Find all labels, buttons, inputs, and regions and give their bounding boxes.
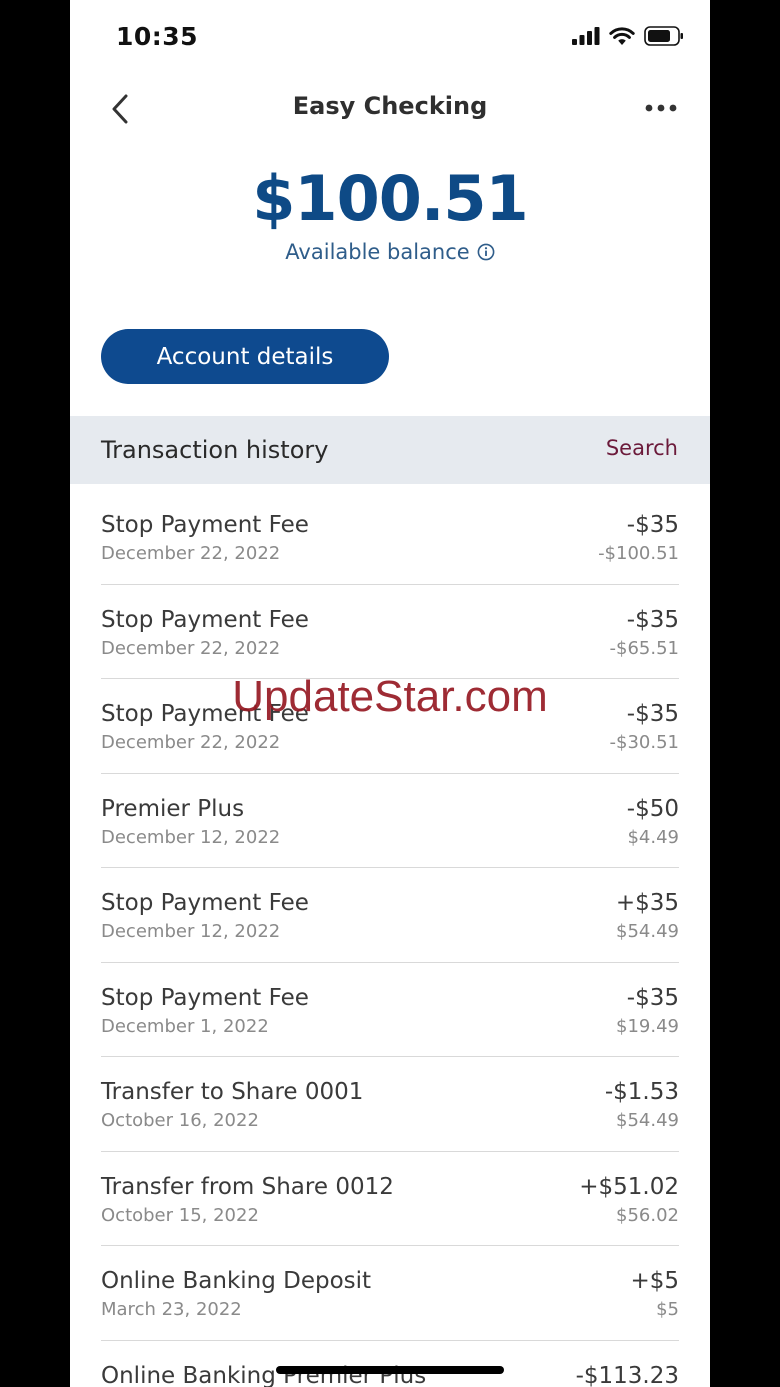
- transaction-description: Online Banking Deposit: [101, 1268, 372, 1294]
- transaction-date: December 22, 2022: [101, 732, 281, 753]
- transaction-row[interactable]: Transfer to Share 0001 October 16, 2022 …: [101, 1057, 679, 1152]
- transaction-date: December 22, 2022: [101, 637, 281, 659]
- transaction-amount: -$1.53: [604, 1079, 679, 1105]
- transaction-running-balance: -$65.51: [609, 637, 679, 659]
- home-indicator[interactable]: [276, 1366, 504, 1374]
- transaction-description: Stop Payment Fee: [101, 512, 309, 538]
- transaction-row[interactable]: Online Banking Premier Plus -$113.23: [101, 1341, 679, 1387]
- transaction-description: Transfer from Share 0012: [101, 1173, 394, 1200]
- transaction-amount: +$35: [615, 890, 679, 916]
- search-link[interactable]: Search: [606, 436, 678, 460]
- account-details-button[interactable]: Account details: [101, 329, 389, 384]
- transaction-description: Transfer to Share 0001: [101, 1079, 364, 1105]
- transaction-date: December 22, 2022: [101, 543, 281, 564]
- transaction-running-balance: $56.02: [616, 1204, 679, 1226]
- transaction-amount: -$113.23: [575, 1362, 679, 1387]
- balance-amount: $100.51: [252, 162, 528, 235]
- transaction-history-title: Transaction history: [101, 436, 329, 464]
- transaction-description: Stop Payment Fee: [101, 701, 309, 727]
- transaction-amount: +$5: [630, 1268, 679, 1294]
- transaction-row[interactable]: Stop Payment Fee December 1, 2022 -$35 $…: [101, 963, 679, 1057]
- balance-label: Available balance: [285, 240, 470, 264]
- transaction-row[interactable]: Premier Plus December 12, 2022 -$50 $4.4…: [101, 774, 679, 868]
- transaction-date: December 12, 2022: [101, 921, 281, 942]
- transaction-row[interactable]: Stop Payment Fee December 22, 2022 -$35 …: [101, 585, 679, 679]
- transaction-amount: -$35: [626, 701, 679, 727]
- transaction-amount: -$50: [626, 795, 679, 822]
- transaction-history-header: Transaction history Search: [70, 416, 710, 484]
- status-bar: 10:35: [70, 0, 710, 78]
- transaction-row[interactable]: Stop Payment Fee December 12, 2022 +$35 …: [101, 868, 679, 963]
- signal-icon: [572, 27, 600, 45]
- transaction-amount: -$35: [626, 512, 679, 538]
- status-icons: [572, 26, 684, 46]
- balance-label-row: Available balance: [70, 240, 710, 264]
- page-title: Easy Checking: [292, 92, 488, 120]
- transaction-description: Stop Payment Fee: [101, 890, 309, 916]
- transaction-running-balance: -$100.51: [598, 543, 679, 564]
- transaction-running-balance: -$30.51: [609, 732, 679, 753]
- transaction-list: Stop Payment Fee December 22, 2022 -$35 …: [101, 490, 679, 1387]
- transaction-running-balance: $54.49: [616, 921, 679, 942]
- transaction-description: Premier Plus: [101, 795, 245, 822]
- info-icon[interactable]: [477, 243, 495, 261]
- status-time: 10:35: [116, 22, 199, 51]
- transaction-running-balance: $5: [656, 1299, 679, 1320]
- transaction-date: December 12, 2022: [101, 826, 281, 848]
- more-horizontal-icon[interactable]: [644, 102, 678, 114]
- transaction-amount: -$35: [626, 606, 679, 633]
- phone-screen: 10:35 Easy Checking $100.51 Available ba…: [70, 0, 710, 1387]
- transaction-amount: +$51.02: [579, 1173, 679, 1200]
- transaction-row[interactable]: Stop Payment Fee December 22, 2022 -$35 …: [101, 679, 679, 774]
- transaction-date: March 23, 2022: [101, 1299, 242, 1320]
- transaction-running-balance: $54.49: [616, 1110, 679, 1131]
- transaction-date: December 1, 2022: [101, 1015, 269, 1037]
- wifi-icon: [609, 26, 635, 45]
- transaction-description: Stop Payment Fee: [101, 606, 309, 633]
- transaction-date: October 15, 2022: [101, 1204, 259, 1226]
- battery-icon: [644, 26, 683, 46]
- transaction-row[interactable]: Stop Payment Fee December 22, 2022 -$35 …: [101, 490, 679, 585]
- transaction-running-balance: $19.49: [616, 1015, 679, 1037]
- transaction-row[interactable]: Transfer from Share 0012 October 15, 202…: [101, 1152, 679, 1246]
- transaction-row[interactable]: Online Banking Deposit March 23, 2022 +$…: [101, 1246, 679, 1341]
- transaction-running-balance: $4.49: [627, 826, 679, 848]
- transaction-amount: -$35: [626, 984, 679, 1011]
- transaction-date: October 16, 2022: [101, 1110, 259, 1131]
- transaction-description: Stop Payment Fee: [101, 984, 309, 1011]
